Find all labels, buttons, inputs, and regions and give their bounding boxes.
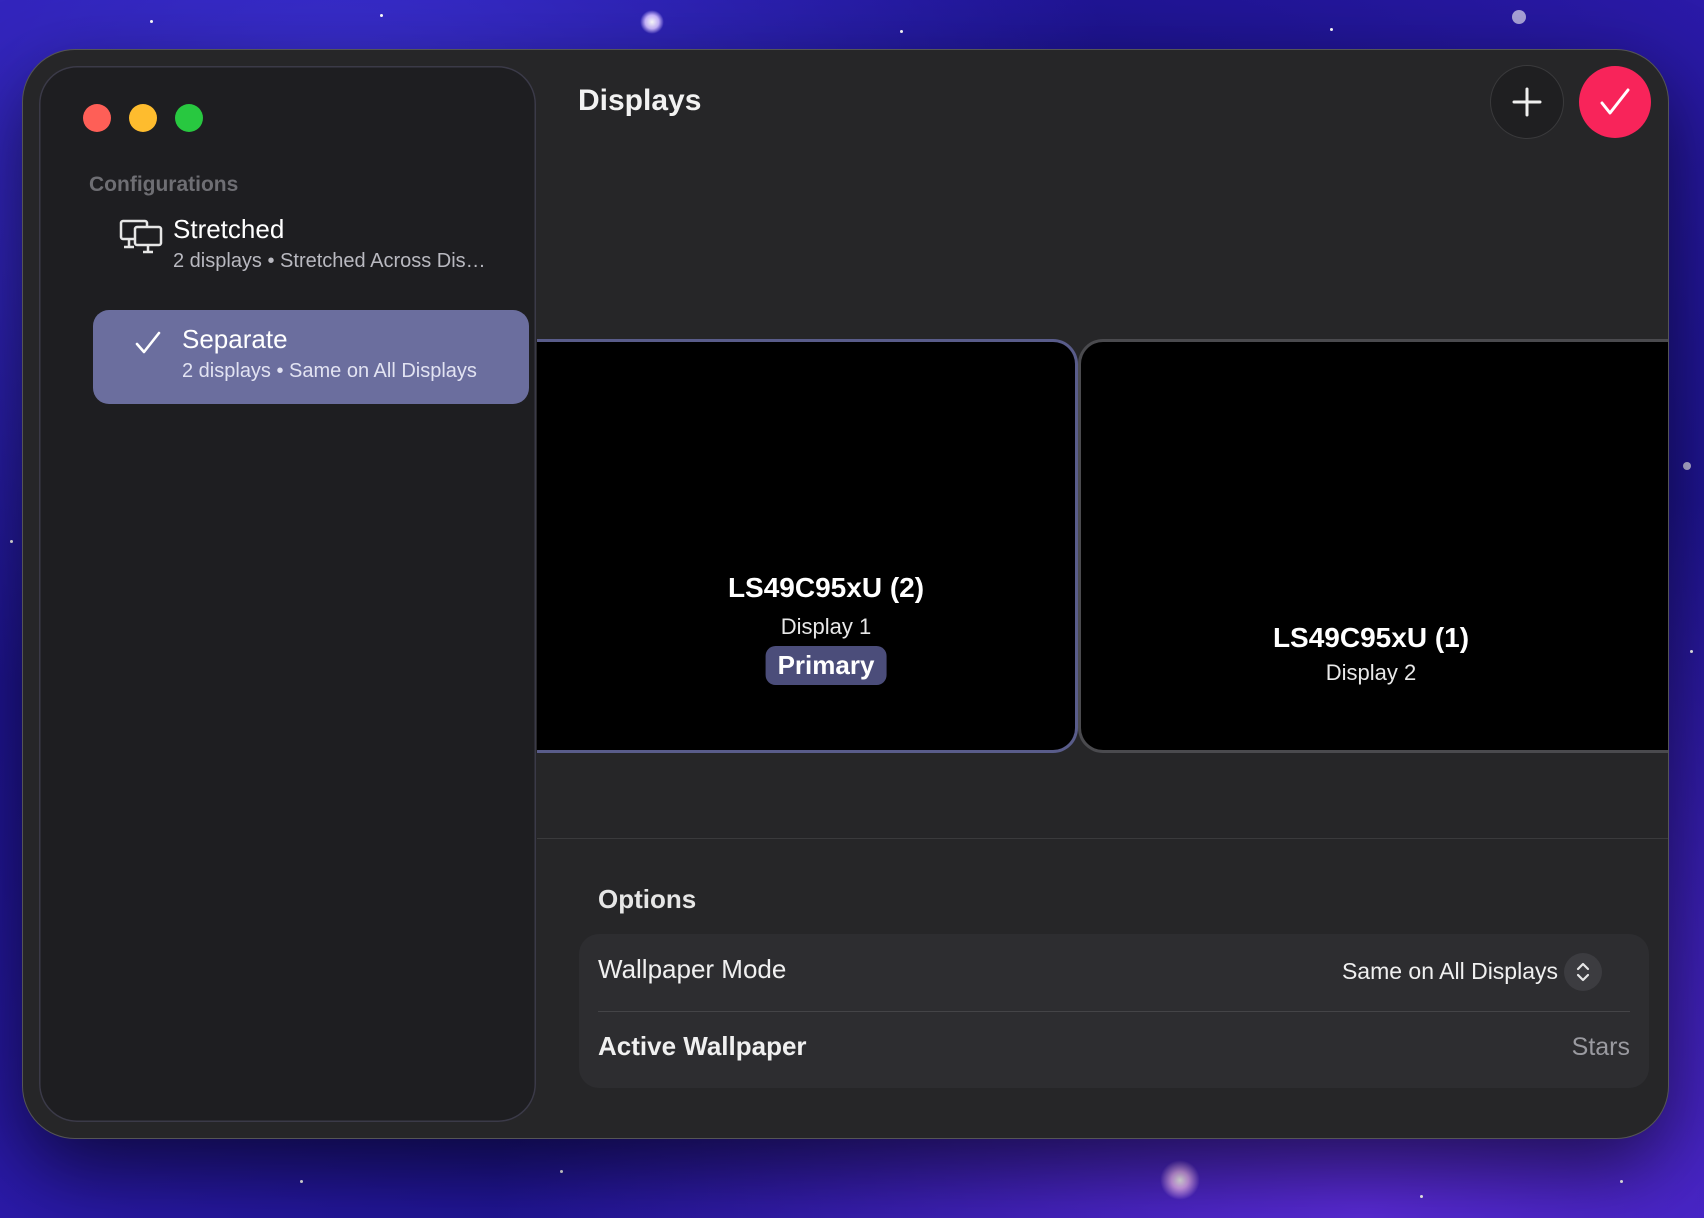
config-item-stretched[interactable]: Stretched 2 displays • Stretched Across … xyxy=(93,200,529,294)
display-card-2[interactable]: LS49C95xU (1) Display 2 xyxy=(1081,342,1668,750)
display-name: LS49C95xU (2) xyxy=(727,572,925,603)
checkmark-icon xyxy=(1600,88,1630,115)
plus-icon xyxy=(1512,87,1542,117)
wallpaper-mode-stepper[interactable] xyxy=(1564,953,1602,991)
display-label: Display 1 xyxy=(780,614,872,639)
apply-button[interactable] xyxy=(1579,66,1651,138)
star xyxy=(1512,10,1526,24)
star xyxy=(1620,1180,1623,1183)
star xyxy=(10,540,13,543)
active-wallpaper-label: Active Wallpaper xyxy=(598,1031,807,1061)
star xyxy=(1690,650,1693,653)
display-label: Display 2 xyxy=(1325,660,1417,685)
config-subtitle: 2 displays • Stretched Across Dis… xyxy=(173,250,486,272)
star xyxy=(300,1180,303,1183)
config-title: Stretched xyxy=(173,214,285,244)
checkmark-icon xyxy=(135,331,161,354)
options-title: Options xyxy=(598,884,697,914)
sidebar-section-title: Configurations xyxy=(89,173,239,196)
chevron-up-down-icon xyxy=(1576,962,1590,982)
star xyxy=(1160,1160,1200,1200)
section-divider xyxy=(537,838,1668,839)
minimize-button[interactable] xyxy=(129,104,157,132)
display-card-1[interactable]: LS49C95xU (2) Display 1 Primary xyxy=(537,342,1075,750)
display-name: LS49C95xU (1) xyxy=(1272,622,1470,653)
config-title: Separate xyxy=(182,324,288,354)
star xyxy=(1420,1195,1423,1198)
active-wallpaper-value[interactable]: Stars xyxy=(1572,1033,1630,1062)
app-window: Configurations Stretched 2 displays • St… xyxy=(23,50,1668,1138)
primary-badge: Primary xyxy=(765,646,887,685)
add-configuration-button[interactable] xyxy=(1491,66,1563,138)
monitors-icon xyxy=(119,219,163,254)
row-divider xyxy=(598,1011,1630,1012)
zoom-button[interactable] xyxy=(175,104,203,132)
star xyxy=(1683,462,1691,470)
page-title: Displays xyxy=(578,84,702,117)
star xyxy=(900,30,903,33)
config-subtitle: 2 displays • Same on All Displays xyxy=(182,360,477,382)
options-card: Wallpaper Mode Same on All Displays Acti… xyxy=(579,934,1649,1088)
star xyxy=(640,10,664,34)
config-item-separate[interactable]: Separate 2 displays • Same on All Displa… xyxy=(93,310,529,404)
wallpaper-mode-label: Wallpaper Mode xyxy=(598,954,787,984)
close-button[interactable] xyxy=(83,104,111,132)
star xyxy=(1330,28,1333,31)
star xyxy=(150,20,153,23)
star xyxy=(560,1170,563,1173)
star xyxy=(380,14,383,17)
display-arrangement-canvas[interactable]: LS49C95xU (2) Display 1 Primary LS49C95x… xyxy=(537,150,1668,888)
sidebar: Configurations Stretched 2 displays • St… xyxy=(39,66,536,1122)
wallpaper-mode-value[interactable]: Same on All Displays xyxy=(1342,958,1558,985)
